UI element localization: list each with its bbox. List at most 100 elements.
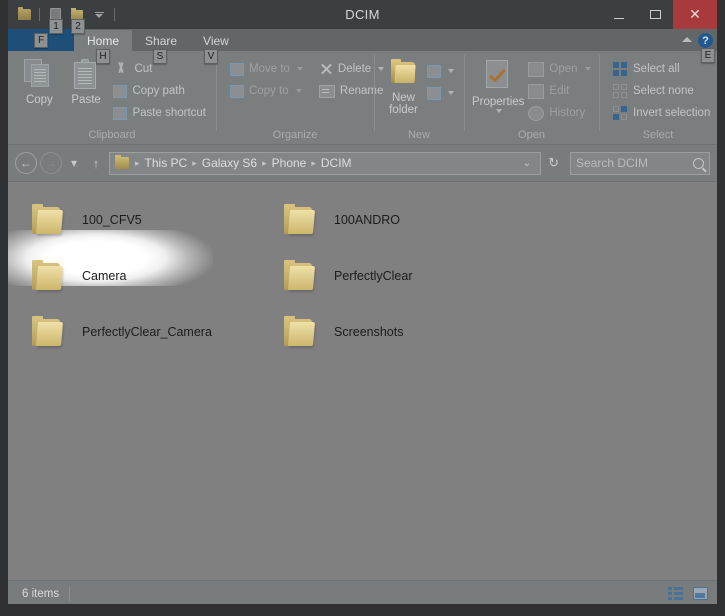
move-to-icon bbox=[230, 62, 244, 76]
help-icon[interactable]: ? bbox=[698, 33, 713, 48]
new-folder-icon bbox=[387, 59, 421, 89]
breadcrumb-item-this-pc[interactable]: This PC bbox=[143, 156, 190, 170]
breadcrumb[interactable]: ▸ This PC ▸ Galaxy S6 ▸ Phone ▸ DCIM ⌄ bbox=[109, 151, 542, 175]
file-name: PerfectlyClear bbox=[334, 269, 413, 283]
large-icons-view-button[interactable] bbox=[692, 586, 709, 601]
quick-access-folder-icon[interactable] bbox=[14, 5, 34, 25]
copy-to-icon bbox=[230, 84, 244, 98]
keytip-file: F bbox=[34, 32, 48, 48]
folder-icon bbox=[30, 315, 68, 349]
qat-separator-2 bbox=[114, 8, 115, 21]
paste-label: Paste bbox=[71, 94, 101, 106]
up-button[interactable]: ↑ bbox=[86, 152, 106, 174]
copy-to-button[interactable]: Copy to bbox=[226, 80, 307, 102]
list-item[interactable]: 100ANDRO bbox=[282, 192, 534, 248]
clipboard-small-buttons: Cut Copy path Paste shortcut bbox=[109, 56, 210, 124]
tab-share[interactable]: Share S bbox=[132, 30, 190, 64]
copy-path-label: Copy path bbox=[132, 85, 185, 97]
list-item-camera[interactable]: Camera bbox=[30, 248, 282, 304]
delete-label: Delete bbox=[337, 63, 372, 75]
list-item[interactable]: 100_CFV5 bbox=[30, 192, 282, 248]
copy-path-icon bbox=[113, 84, 128, 98]
forward-button[interactable]: → bbox=[40, 152, 62, 174]
easy-access-button[interactable] bbox=[423, 82, 458, 104]
recent-locations-button[interactable]: ▾ bbox=[65, 152, 83, 174]
properties-button[interactable]: Properties bbox=[472, 56, 524, 113]
list-item[interactable]: PerfectlyClear_Camera bbox=[30, 304, 282, 360]
copy-path-button[interactable]: Copy path bbox=[109, 80, 210, 102]
details-view-button[interactable] bbox=[667, 586, 684, 601]
breadcrumb-separator: ▸ bbox=[262, 157, 267, 168]
refresh-button[interactable]: ↻ bbox=[544, 155, 563, 171]
select-none-button[interactable]: Select none bbox=[609, 80, 714, 102]
item-count-label: 6 items bbox=[22, 587, 60, 600]
open-button[interactable]: Open bbox=[524, 58, 594, 80]
new-item-button[interactable] bbox=[423, 60, 458, 82]
back-button[interactable]: ← bbox=[15, 152, 37, 174]
paste-shortcut-button[interactable]: Paste shortcut bbox=[109, 102, 210, 124]
rename-icon bbox=[318, 84, 335, 98]
ribbon-group-select: Select all Select none Invert selection … bbox=[599, 51, 717, 144]
keytip-1: 1 bbox=[49, 18, 63, 34]
file-name: 100_CFV5 bbox=[82, 213, 142, 227]
paste-shortcut-label: Paste shortcut bbox=[132, 107, 206, 119]
search-input[interactable]: Search DCIM bbox=[570, 151, 710, 175]
chevron-down-icon bbox=[448, 69, 454, 73]
quick-access-toolbar: 1 2 bbox=[8, 0, 118, 34]
history-icon bbox=[528, 105, 545, 121]
chevron-down-icon bbox=[448, 91, 454, 95]
new-folder-label: New folder bbox=[389, 92, 418, 116]
window-controls: ✕ bbox=[601, 0, 717, 29]
ribbon: Copy Paste Cut Copy path Paste shortcut … bbox=[8, 51, 717, 145]
file-name: Camera bbox=[82, 269, 127, 283]
folder-icon bbox=[282, 259, 320, 293]
list-item[interactable]: Screenshots bbox=[282, 304, 534, 360]
tab-file[interactable]: F bbox=[8, 29, 74, 51]
open-label: Open bbox=[549, 63, 578, 75]
chevron-down-icon bbox=[94, 11, 104, 18]
file-grid: 100_CFV5 100ANDRO Camera PerfectlyClear bbox=[8, 182, 717, 360]
quick-access-properties-button[interactable]: 1 bbox=[45, 5, 65, 34]
breadcrumb-separator: ▸ bbox=[135, 157, 140, 168]
breadcrumb-item-galaxy-s6[interactable]: Galaxy S6 bbox=[200, 156, 259, 170]
new-small-buttons bbox=[423, 56, 458, 104]
quick-access-new-folder-button[interactable]: 2 bbox=[67, 5, 87, 34]
edit-button[interactable]: Edit bbox=[524, 80, 594, 102]
breadcrumb-item-phone[interactable]: Phone bbox=[270, 156, 309, 170]
move-to-button[interactable]: Move to bbox=[226, 58, 307, 80]
invert-selection-button[interactable]: Invert selection bbox=[609, 102, 714, 124]
search-placeholder: Search DCIM bbox=[576, 156, 649, 170]
close-button[interactable]: ✕ bbox=[673, 0, 717, 29]
breadcrumb-separator: ▸ bbox=[311, 157, 316, 168]
organize-group-label: Organize bbox=[272, 129, 318, 141]
folder-icon bbox=[282, 315, 320, 349]
ribbon-group-new: New folder New bbox=[374, 51, 464, 144]
keytip-view: V bbox=[204, 49, 218, 64]
breadcrumb-separator: ▸ bbox=[192, 157, 197, 168]
customize-quick-access-button[interactable] bbox=[89, 5, 109, 25]
list-item[interactable]: PerfectlyClear bbox=[282, 248, 534, 304]
tab-view[interactable]: View V bbox=[190, 30, 242, 64]
collapse-ribbon-icon[interactable] bbox=[682, 37, 692, 42]
file-name: Screenshots bbox=[334, 325, 404, 339]
minimize-button[interactable] bbox=[601, 0, 637, 29]
folder-icon bbox=[30, 203, 68, 237]
chevron-down-icon bbox=[296, 67, 303, 71]
copy-button[interactable]: Copy bbox=[16, 56, 63, 106]
cut-label: Cut bbox=[134, 63, 153, 75]
tab-home-label: Home bbox=[87, 33, 120, 48]
ribbon-group-open: Properties Open Edit History Open bbox=[464, 51, 599, 144]
breadcrumb-item-dcim[interactable]: DCIM bbox=[319, 156, 354, 170]
easy-access-icon bbox=[427, 86, 441, 100]
details-view-icon bbox=[668, 587, 683, 600]
file-list-area[interactable]: 100_CFV5 100ANDRO Camera PerfectlyClear bbox=[8, 182, 717, 580]
chevron-down-icon[interactable]: ⌄ bbox=[517, 158, 537, 169]
history-button[interactable]: History bbox=[524, 102, 594, 124]
folder-icon bbox=[282, 203, 320, 237]
new-folder-button[interactable]: New folder bbox=[384, 56, 423, 116]
delete-x-icon bbox=[319, 62, 333, 76]
maximize-button[interactable] bbox=[637, 0, 673, 29]
copy-label: Copy bbox=[25, 94, 53, 106]
select-all-button[interactable]: Select all bbox=[609, 58, 714, 80]
title-bar: 1 2 DCIM ✕ bbox=[8, 0, 717, 34]
